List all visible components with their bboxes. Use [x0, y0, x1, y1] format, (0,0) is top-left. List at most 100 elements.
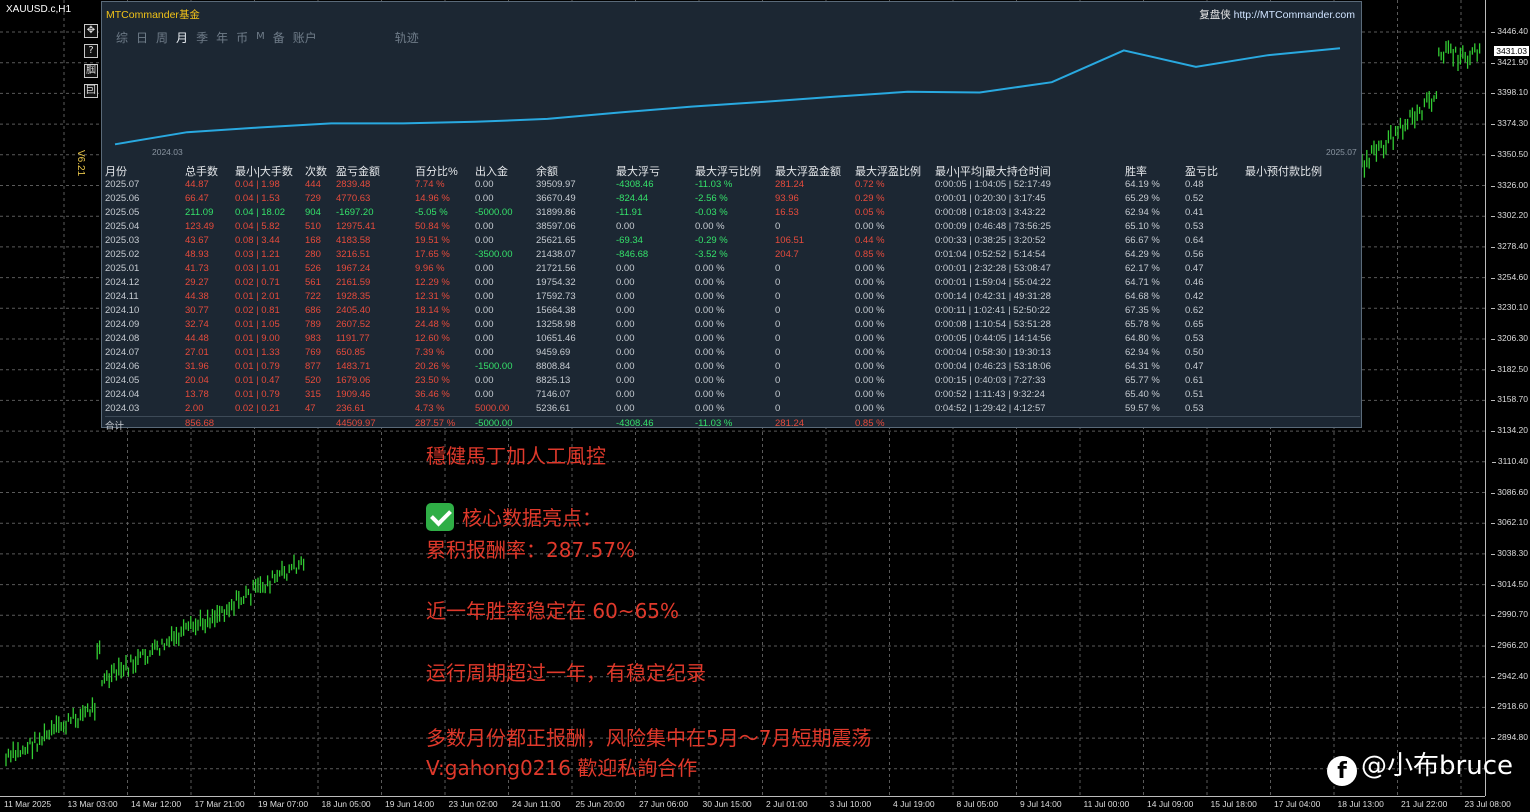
table-cell: -0.03 %	[695, 207, 728, 218]
time-tick: 18 Jul 13:00	[1337, 799, 1384, 809]
price-tick: 3446.40	[1491, 26, 1528, 36]
table-cell: 0.85 %	[855, 249, 885, 260]
equity-end-date: 2025.07	[1326, 147, 1357, 157]
tab-10[interactable]: 轨迹	[395, 29, 419, 46]
caption-line-7: V:gahong0216 歡迎私詢合作	[426, 756, 698, 780]
table-cell: 168	[305, 235, 321, 246]
table-cell: 64.19 %	[1125, 179, 1160, 190]
price-tick: 3110.40	[1491, 455, 1528, 466]
table-cell: 1928.35	[336, 291, 371, 302]
table-row[interactable]: 2024.10 30.77 0.02 | 0.81 686 2405.40 18.14 %…	[105, 304, 1360, 318]
table-cell: 5236.61	[536, 403, 571, 414]
table-cell: 0:00:05 | 0:44:05 | 14:14:56	[935, 333, 1051, 344]
table-cell: 4.73 %	[415, 403, 445, 414]
table-cell: 0.04 | 1.53	[235, 193, 280, 204]
time-tick: 27 Jun 06:00	[639, 799, 689, 809]
settings-icon[interactable]: 囙	[84, 84, 98, 98]
total-cell: -11.03 %	[695, 418, 733, 429]
price-tick: 3014.50	[1491, 578, 1528, 589]
table-row[interactable]: 2025.06 66.47 0.04 | 1.53 729 4770.63 14.96 %…	[105, 192, 1360, 206]
caption-line-5: 运行周期超过一年，有稳定纪录	[426, 661, 706, 685]
table-cell: -0.29 %	[695, 235, 728, 246]
table-cell: 0.00 %	[695, 263, 725, 274]
table-cell: 0.44 %	[855, 235, 885, 246]
table-row[interactable]: 2024.06 31.96 0.01 | 0.79 877 1483.71 20.26 %…	[105, 360, 1360, 374]
table-cell: 315	[305, 389, 321, 400]
table-cell: 983	[305, 333, 321, 344]
table-cell: 8808.84	[536, 361, 571, 372]
link-url[interactable]: http://MTCommander.com	[1234, 9, 1355, 21]
table-cell: 18.14 %	[415, 305, 450, 316]
table-cell: 0.08 | 3.44	[235, 235, 280, 246]
total-cell: 287.57 %	[415, 418, 456, 429]
time-tick: 13 Mar 03:00	[67, 799, 118, 809]
table-cell: 32.74	[185, 319, 209, 330]
table-row[interactable]: 2024.04 13.78 0.01 | 0.79 315 1909.46 36.46 %…	[105, 388, 1360, 402]
checkmark-icon	[426, 503, 454, 531]
table-row[interactable]: 2025.02 48.93 0.03 | 1.21 280 3216.51 17.65 %…	[105, 248, 1360, 262]
table-row[interactable]: 2024.09 32.74 0.01 | 1.05 789 2607.52 24.48 %…	[105, 318, 1360, 332]
table-cell: -3500.00	[475, 249, 513, 260]
time-tick: 15 Jul 18:00	[1210, 799, 1257, 809]
table-cell: 62.17 %	[1125, 263, 1160, 274]
tab-3[interactable]: 月	[176, 29, 188, 46]
time-tick: 18 Jun 05:00	[321, 799, 371, 809]
tab-9[interactable]: 账户	[293, 29, 317, 46]
tab-2[interactable]: 周	[156, 29, 168, 46]
tab-7[interactable]: M	[256, 29, 265, 46]
table-cell: 0.00 %	[855, 333, 885, 344]
column-header: 次数	[305, 166, 327, 178]
table-row[interactable]: 2024.05 20.04 0.01 | 0.47 520 1679.06 23.50 %…	[105, 374, 1360, 388]
table-cell: 64.80 %	[1125, 333, 1160, 344]
tab-8[interactable]: 备	[273, 29, 285, 46]
table-cell: 650.85	[336, 347, 366, 358]
table-cell: 0:00:05 | 1:04:05 | 52:17:49	[935, 179, 1051, 190]
tab-5[interactable]: 年	[216, 29, 228, 46]
table-row[interactable]: 2025.07 44.87 0.04 | 1.98 444 2839.48 7.74 % 0…	[105, 178, 1360, 192]
column-header: 月份	[105, 166, 127, 178]
table-cell: 93.96	[775, 193, 799, 204]
table-cell: 36670.49	[536, 193, 576, 204]
help-icon[interactable]: ?	[84, 44, 98, 58]
table-cell: 2024.09	[105, 319, 140, 330]
table-cell: 2025.06	[105, 193, 140, 204]
table-row[interactable]: 2024.11 44.38 0.01 | 2.01 722 1928.35 12.31 %…	[105, 290, 1360, 304]
table-cell: 510	[305, 221, 321, 232]
total-cell: 合计	[105, 421, 125, 432]
table-cell: 769	[305, 347, 321, 358]
table-row[interactable]: 2025.01 41.73 0.03 | 1.01 526 1967.24 9.96 % 0…	[105, 262, 1360, 276]
table-row[interactable]: 2024.12 29.27 0.02 | 0.71 561 2161.59 12.29 %…	[105, 276, 1360, 290]
table-cell: 0.00	[616, 277, 635, 288]
move-icon[interactable]: ✥	[84, 24, 98, 38]
table-cell: 2405.40	[336, 305, 371, 316]
table-cell: 8825.13	[536, 375, 571, 386]
table-cell: 64.68 %	[1125, 291, 1160, 302]
tab-4[interactable]: 季	[196, 29, 208, 46]
table-cell: 0.64	[1185, 235, 1204, 246]
table-row[interactable]: 2025.04 123.49 0.04 | 5.82 510 12975.41 50.84…	[105, 220, 1360, 234]
tab-6[interactable]: 币	[236, 29, 248, 46]
table-header: 月份 总手数 最小|大手数 次数 盈亏金额 百分比% 出入金 余额 最大浮亏 最大浮亏比例 最大浮盈…	[105, 162, 1360, 178]
tab-1[interactable]: 日	[136, 29, 148, 46]
table-cell: 0.00 %	[855, 305, 885, 316]
table-row[interactable]: 2024.03 2.00 0.02 | 0.21 47 236.61 4.73 % 5000…	[105, 402, 1360, 416]
table-row[interactable]: 2024.07 27.01 0.01 | 1.33 769 650.85 7.39 % 0.…	[105, 346, 1360, 360]
table-row[interactable]: 2025.03 43.67 0.08 | 3.44 168 4183.58 19.51 %…	[105, 234, 1360, 248]
mtcommander-panel: MTCommander基金 复盘侠 http://MTCommander.com…	[101, 1, 1362, 432]
table-total-row: 合计 856.68 44509.97 287.57 % -5000.00 -4308.46…	[105, 416, 1360, 432]
column-header: 最大浮亏比例	[695, 166, 761, 178]
table-cell: 0:00:01 | 0:20:30 | 3:17:45	[935, 193, 1046, 204]
table-cell: 0.51	[1185, 389, 1204, 400]
panel-header: MTCommander基金 复盘侠 http://MTCommander.com	[102, 2, 1361, 24]
app-link[interactable]: 复盘侠 http://MTCommander.com	[1199, 7, 1355, 22]
table-row[interactable]: 2024.08 44.48 0.01 | 9.00 983 1191.77 12.60 %…	[105, 332, 1360, 346]
tab-0[interactable]: 综	[116, 29, 128, 46]
table-cell: 1483.71	[336, 361, 371, 372]
table-cell: 2.00	[185, 403, 204, 414]
table-row[interactable]: 2025.05 211.09 0.04 | 18.02 904 -1697.20 -5.0…	[105, 206, 1360, 220]
tool-icon[interactable]: 腘	[84, 64, 98, 78]
table-cell: 31899.86	[536, 207, 576, 218]
price-tick: 3038.30	[1491, 547, 1528, 558]
table-cell: 0.05 %	[855, 207, 885, 218]
table-cell: 19754.32	[536, 277, 576, 288]
